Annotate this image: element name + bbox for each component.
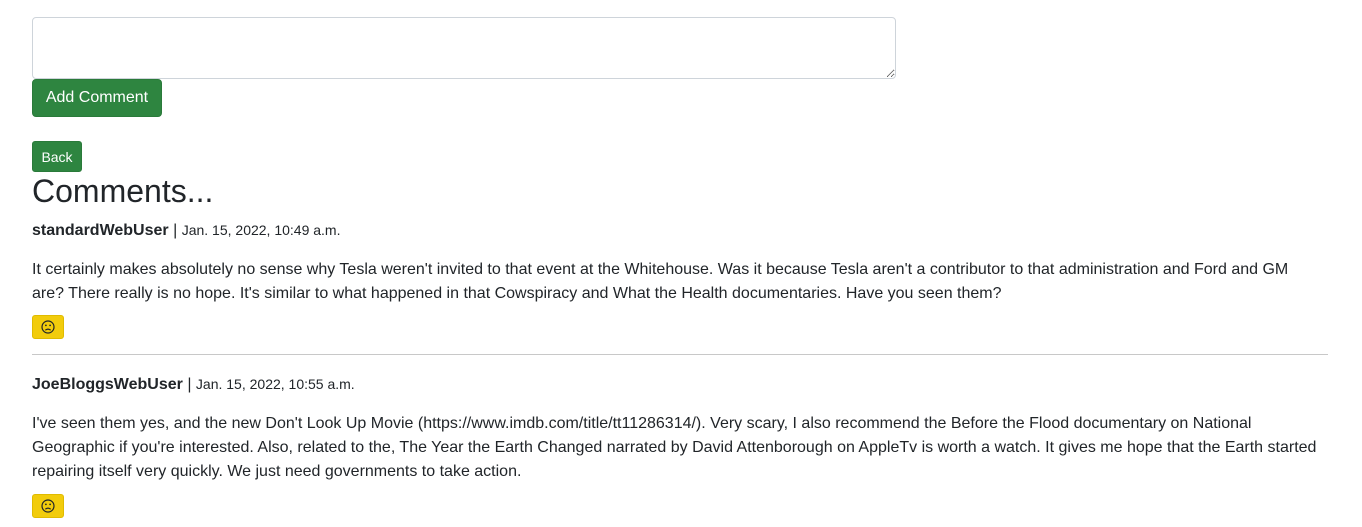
comment-meta: standardWebUser | Jan. 15, 2022, 10:49 a… — [32, 219, 340, 242]
comment-author: standardWebUser — [32, 222, 169, 239]
reaction-button[interactable] — [32, 315, 64, 339]
comment-author: JoeBloggsWebUser — [32, 376, 183, 393]
comment-meta: JoeBloggsWebUser | Jan. 15, 2022, 10:55 … — [32, 373, 355, 396]
comment-text: It certainly makes absolutely no sense w… — [32, 261, 1289, 302]
back-button[interactable]: Back — [32, 141, 82, 172]
comment-textarea[interactable] — [32, 17, 896, 79]
meta-separator: | — [187, 376, 192, 393]
comment-divider — [32, 354, 1328, 355]
comment-date: Jan. 15, 2022, 10:49 a.m. — [181, 222, 341, 238]
sad-face-icon — [41, 320, 55, 334]
sad-face-icon — [41, 499, 55, 513]
comment-date: Jan. 15, 2022, 10:55 a.m. — [195, 376, 355, 392]
meta-separator: | — [173, 222, 178, 239]
add-comment-button[interactable]: Add Comment — [32, 79, 162, 117]
comment-text: I've seen them yes, and the new Don't Lo… — [32, 415, 1317, 480]
comments-heading: Comments... — [32, 173, 214, 209]
reaction-button[interactable] — [32, 494, 64, 518]
